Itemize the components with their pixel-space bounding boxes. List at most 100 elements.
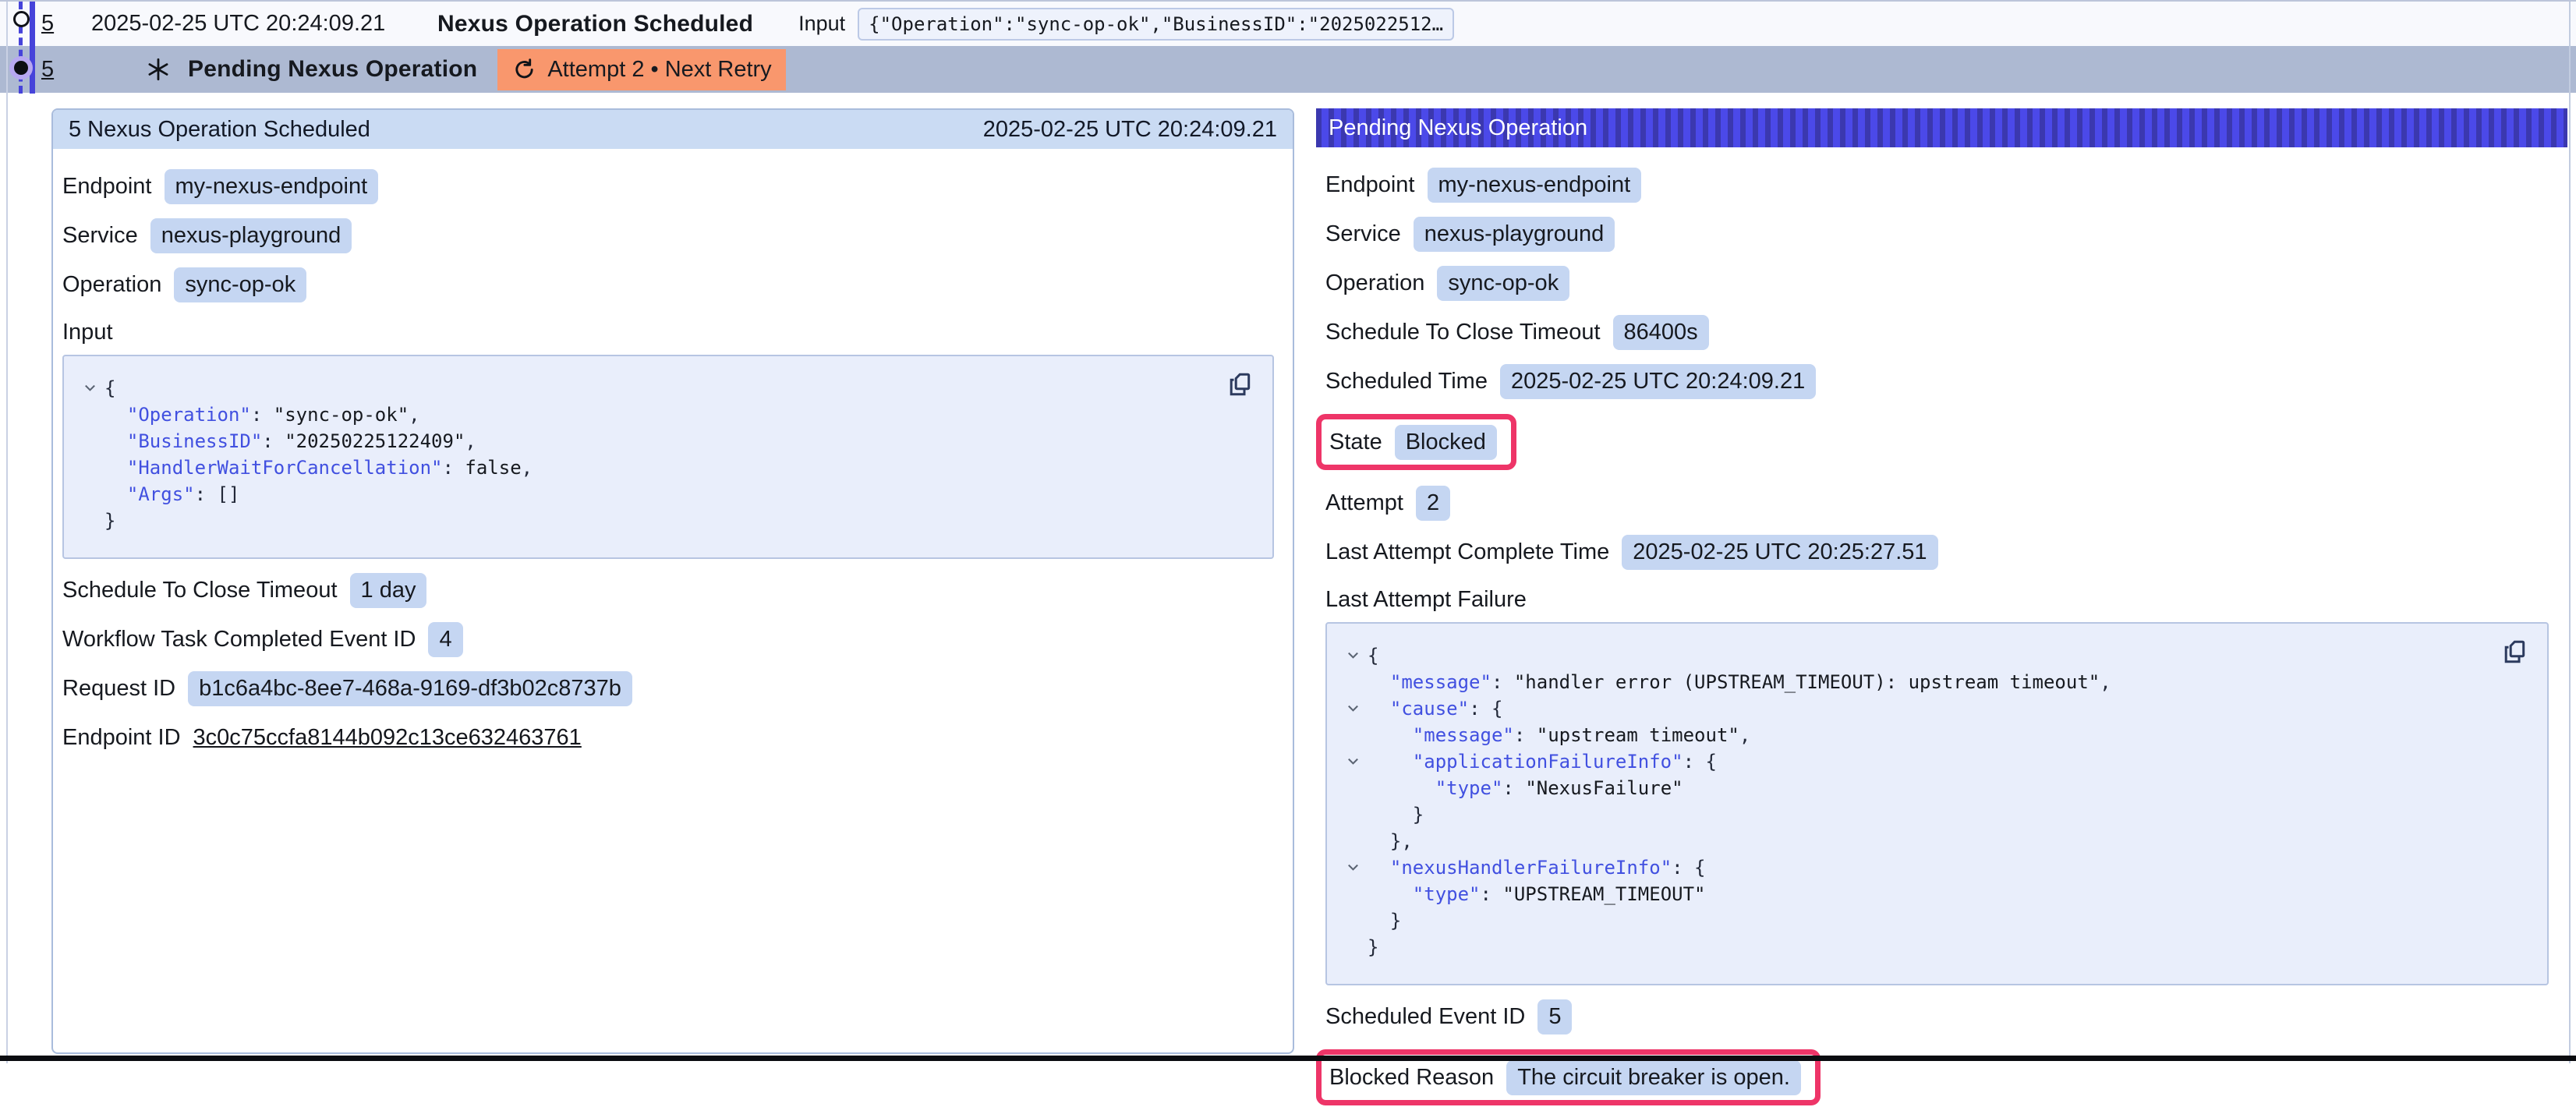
code-line: "BusinessID": "20250225122409", [75, 428, 1223, 454]
field-value-chip: 4 [428, 622, 462, 657]
code-text: "BusinessID": "20250225122409", [104, 428, 476, 454]
pending-operation-header-title: Pending Nexus Operation [1329, 115, 1587, 141]
code-text: "type": "UPSTREAM_TIMEOUT" [1368, 881, 1706, 907]
field-attempt: Attempt 2 [1325, 485, 2549, 521]
field-service: Servicenexus-playground [62, 218, 1274, 253]
code-text: "message": "handler error (UPSTREAM_TIME… [1368, 669, 2111, 695]
code-line: "type": "UPSTREAM_TIMEOUT" [1338, 881, 2497, 907]
right-frame-line [2569, 2, 2571, 1063]
copy-icon[interactable] [2499, 636, 2530, 667]
field-label: Operation [62, 272, 161, 298]
field-label: Operation [1325, 271, 1424, 296]
code-text: "nexusHandlerFailureInfo": { [1368, 854, 1706, 881]
code-text: "Operation": "sync-op-ok", [104, 401, 420, 428]
field-label: Last Attempt Complete Time [1325, 539, 1609, 565]
event-row-pending[interactable]: 5 Pending Nexus Operation Attempt 2 • Ne… [0, 46, 2576, 93]
failure-json-viewer: { "message": "handler error (UPSTREAM_TI… [1325, 622, 2549, 985]
code-text: } [1368, 907, 1401, 934]
code-gutter-spacer [75, 428, 104, 454]
event-id-link[interactable]: 5 [41, 11, 58, 37]
code-line: } [1338, 934, 2497, 960]
code-line: } [75, 508, 1223, 534]
retry-status-badge: Attempt 2 • Next Retry [497, 49, 785, 90]
code-gutter-spacer [75, 454, 104, 481]
event-detail-panel-timestamp: 2025-02-25 UTC 20:24:09.21 [983, 117, 1277, 143]
code-line: "applicationFailureInfo": { [1338, 748, 2497, 775]
code-line: { [1338, 642, 2497, 669]
pending-event-title: Pending Nexus Operation [188, 56, 477, 83]
code-text: { [1368, 642, 1378, 669]
pending-operation-header: Pending Nexus Operation [1316, 108, 2567, 147]
code-gutter-spacer [75, 508, 104, 534]
event-detail-panel: 5 Nexus Operation Scheduled 2025-02-25 U… [51, 108, 1294, 1054]
pending-operation-panel: Pending Nexus Operation Endpointmy-nexus… [1316, 108, 2567, 1063]
code-line: } [1338, 907, 2497, 934]
chevron-down-icon[interactable] [1338, 748, 1368, 775]
field-value-link[interactable]: 3c0c75ccfa8144b092c13ce632463761 [193, 725, 582, 751]
copy-icon[interactable] [1224, 369, 1255, 400]
code-line: "nexusHandlerFailureInfo": { [1338, 854, 2497, 881]
field-value-chip: The circuit breaker is open. [1506, 1060, 1801, 1095]
field-label: Endpoint [1325, 172, 1415, 198]
event-title: Nexus Operation Scheduled [437, 11, 753, 37]
code-gutter-spacer [1338, 801, 1368, 828]
event-detail-panel-header: 5 Nexus Operation Scheduled 2025-02-25 U… [53, 110, 1293, 149]
code-text: "applicationFailureInfo": { [1368, 748, 1717, 775]
chevron-down-icon[interactable] [1338, 854, 1368, 881]
code-text: "type": "NexusFailure" [1368, 775, 1683, 801]
field-value-chip: 5 [1537, 999, 1572, 1034]
chevron-down-icon[interactable] [75, 375, 104, 401]
field-endpoint: Endpointmy-nexus-endpoint [62, 168, 1274, 204]
timeline-open-circle-icon[interactable] [13, 11, 30, 27]
field-service: Service nexus-playground [1325, 216, 2549, 252]
field-endpoint-id: Endpoint ID 3c0c75ccfa8144b092c13ce632463… [62, 720, 1274, 755]
code-line: "message": "handler error (UPSTREAM_TIME… [1338, 669, 2497, 695]
input-section-label: Input [62, 320, 1274, 345]
code-line: }, [1338, 828, 2497, 854]
event-input-preview-chip[interactable]: {"Operation":"sync-op-ok","BusinessID":"… [858, 8, 1454, 41]
field-value-chip: Blocked [1395, 425, 1497, 460]
field-label: Endpoint ID [62, 725, 181, 751]
field-operation: Operation sync-op-ok [1325, 265, 2549, 301]
code-text: "Args": [] [104, 481, 239, 508]
field-request-id: Request ID b1c6a4bc-8ee7-468a-9169-df3b02… [62, 670, 1274, 706]
retry-icon [511, 57, 537, 83]
input-json-viewer: { "Operation": "sync-op-ok", "BusinessID… [62, 355, 1274, 559]
code-line: "Operation": "sync-op-ok", [75, 401, 1223, 428]
field-value-chip: 2025-02-25 UTC 20:24:09.21 [1500, 364, 1816, 399]
pending-operation-body: Endpointmy-nexus-endpoint Service nexus-pl… [1316, 147, 2567, 1107]
event-detail-panel-body: Endpointmy-nexus-endpoint Servicenexus-pl… [53, 149, 1293, 769]
event-id-link[interactable]: 5 [41, 57, 58, 83]
event-row-scheduled[interactable]: 5 2025-02-25 UTC 20:24:09.21 Nexus Opera… [0, 2, 2576, 46]
field-value-chip: my-nexus-endpoint [165, 169, 379, 204]
field-endpoint: Endpointmy-nexus-endpoint [1325, 167, 2549, 203]
code-gutter-spacer [75, 401, 104, 428]
chevron-down-icon[interactable] [1338, 695, 1368, 722]
field-value-chip: 2 [1416, 486, 1450, 521]
field-label: Service [1325, 221, 1401, 247]
code-text: } [104, 508, 115, 534]
timeline-filled-circle-icon[interactable] [9, 56, 33, 80]
field-value-chip: sync-op-ok [174, 267, 306, 302]
field-value-chip: sync-op-ok [1437, 266, 1569, 301]
field-value-chip: nexus-playground [150, 218, 352, 253]
field-label: State [1329, 430, 1382, 455]
pending-asterisk-icon [146, 57, 171, 82]
code-line: "cause": { [1338, 695, 2497, 722]
retry-badge-label: Attempt 2 • Next Retry [547, 57, 771, 83]
event-history-list: 5 2025-02-25 UTC 20:24:09.21 Nexus Opera… [0, 2, 2576, 93]
bottom-divider-bar [0, 1056, 2576, 1061]
field-schedule-to-close-timeout: Schedule To Close Timeout1 day [62, 572, 1274, 608]
field-operation: Operation sync-op-ok [62, 267, 1274, 302]
code-gutter-spacer [75, 481, 104, 508]
field-label: Blocked Reason [1329, 1065, 1494, 1091]
field-label: Workflow Task Completed Event ID [62, 627, 416, 653]
field-value-chip: nexus-playground [1414, 217, 1615, 252]
field-value-chip: b1c6a4bc-8ee7-468a-9169-df3b02c8737b [188, 671, 632, 706]
field-label: Attempt [1325, 490, 1403, 516]
code-line: "type": "NexusFailure" [1338, 775, 2497, 801]
field-label: Request ID [62, 676, 175, 702]
code-gutter-spacer [1338, 722, 1368, 748]
chevron-down-icon[interactable] [1338, 642, 1368, 669]
code-gutter-spacer [1338, 881, 1368, 907]
